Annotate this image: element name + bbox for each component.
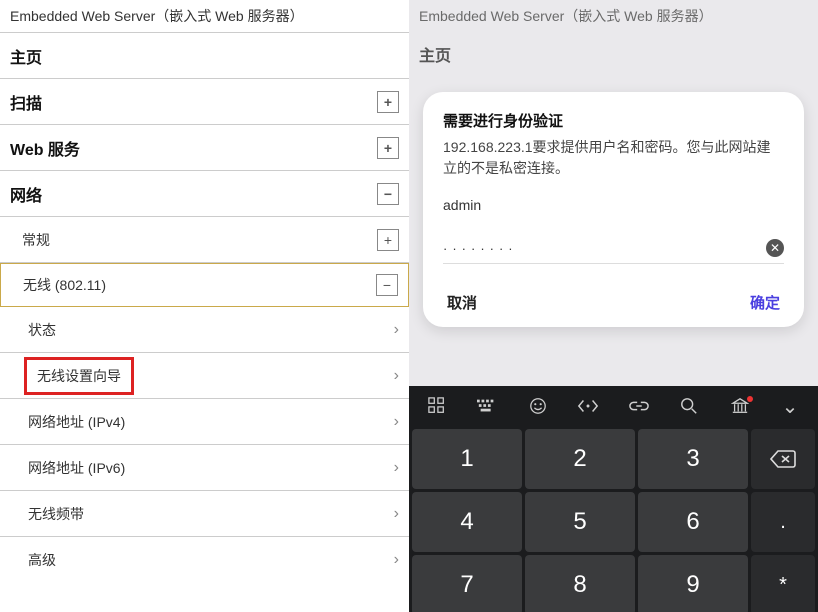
search-icon[interactable] xyxy=(673,397,705,415)
keyboard: ⌄ 1 2 3 4 5 6 . 7 8 9 * xyxy=(409,386,818,612)
nav-scan[interactable]: 扫描 + xyxy=(0,79,409,125)
nav-scan-label: 扫描 xyxy=(10,90,42,114)
chevron-right-icon: › xyxy=(394,413,399,431)
nav-network[interactable]: 网络 − xyxy=(0,171,409,217)
nav-wireless-label: 无线 (802.11) xyxy=(23,275,106,295)
dialog-message: 192.168.223.1要求提供用户名和密码。您与此网站建立的不是私密连接。 xyxy=(443,137,784,179)
link-icon[interactable] xyxy=(623,400,655,412)
key-3[interactable]: 3 xyxy=(638,429,748,489)
chevron-right-icon: › xyxy=(394,367,399,385)
key-1[interactable]: 1 xyxy=(412,429,522,489)
ok-button[interactable]: 确定 xyxy=(750,292,780,313)
password-row: ········ ✕ xyxy=(443,239,784,264)
bank-icon[interactable] xyxy=(724,397,756,415)
chevron-right-icon: › xyxy=(394,551,399,569)
nav-wireless-wizard-label: 无线设置向导 xyxy=(24,357,134,395)
password-field[interactable]: ········ xyxy=(443,241,518,256)
expand-icon[interactable]: + xyxy=(377,229,399,251)
chevron-right-icon: › xyxy=(394,459,399,477)
nav-webservices-label: Web 服务 xyxy=(10,136,80,160)
nav-webservices[interactable]: Web 服务 + xyxy=(0,125,409,171)
nav-ipv6-label: 网络地址 (IPv6) xyxy=(28,458,125,478)
notification-dot-icon xyxy=(747,396,753,402)
nav-network-label: 网络 xyxy=(10,182,42,206)
nav-ipv4[interactable]: 网络地址 (IPv4) › xyxy=(0,399,409,445)
keyboard-layout-icon[interactable] xyxy=(471,399,503,413)
collapse-keyboard-icon[interactable]: ⌄ xyxy=(774,394,806,419)
key-4[interactable]: 4 xyxy=(412,492,522,552)
key-star[interactable]: * xyxy=(751,555,815,612)
nav-ipv6[interactable]: 网络地址 (IPv6) › xyxy=(0,445,409,491)
nav-band-label: 无线频带 xyxy=(28,504,84,524)
keypad: 1 2 3 4 5 6 . 7 8 9 * xyxy=(409,426,818,612)
nav-band[interactable]: 无线频带 › xyxy=(0,491,409,537)
nav-wireless[interactable]: 无线 (802.11) − xyxy=(0,263,409,307)
cancel-button[interactable]: 取消 xyxy=(447,292,477,313)
key-9[interactable]: 9 xyxy=(638,555,748,612)
emoji-icon[interactable] xyxy=(522,397,554,415)
key-backspace[interactable] xyxy=(751,429,815,489)
nav-home-label: 主页 xyxy=(10,44,42,68)
expand-icon[interactable]: + xyxy=(377,137,399,159)
key-8[interactable]: 8 xyxy=(525,555,635,612)
page-title: Embedded Web Server（嵌入式 Web 服务器） xyxy=(0,0,409,33)
grid-icon[interactable] xyxy=(421,397,453,415)
key-7[interactable]: 7 xyxy=(412,555,522,612)
nav-home[interactable]: 主页 xyxy=(0,33,409,79)
nav-home[interactable]: 主页 xyxy=(409,32,818,76)
nav-advanced-label: 高级 xyxy=(28,550,56,570)
page-title: Embedded Web Server（嵌入式 Web 服务器） xyxy=(409,0,818,32)
chevron-right-icon: › xyxy=(394,321,399,339)
keyboard-toolbar: ⌄ xyxy=(409,386,818,426)
nav-status[interactable]: 状态 › xyxy=(0,307,409,353)
code-icon[interactable] xyxy=(572,398,604,414)
nav-wireless-wizard[interactable]: 无线设置向导 › xyxy=(0,353,409,399)
expand-icon[interactable]: + xyxy=(377,91,399,113)
chevron-right-icon: › xyxy=(394,505,399,523)
key-2[interactable]: 2 xyxy=(525,429,635,489)
nav-status-label: 状态 xyxy=(28,320,56,340)
right-pane: Embedded Web Server（嵌入式 Web 服务器） 主页 需要进行… xyxy=(409,0,818,612)
nav-home-label: 主页 xyxy=(419,42,451,66)
key-dot[interactable]: . xyxy=(751,492,815,552)
dialog-title: 需要进行身份验证 xyxy=(443,110,784,131)
key-5[interactable]: 5 xyxy=(525,492,635,552)
key-6[interactable]: 6 xyxy=(638,492,748,552)
username-field[interactable]: admin xyxy=(443,197,784,213)
nav-general[interactable]: 常规 + xyxy=(0,217,409,263)
clear-icon[interactable]: ✕ xyxy=(766,239,784,257)
collapse-icon[interactable]: − xyxy=(376,274,398,296)
collapse-icon[interactable]: − xyxy=(377,183,399,205)
nav-advanced[interactable]: 高级 › xyxy=(0,537,409,583)
left-pane: Embedded Web Server（嵌入式 Web 服务器） 主页 扫描 +… xyxy=(0,0,409,612)
auth-dialog: 需要进行身份验证 192.168.223.1要求提供用户名和密码。您与此网站建立… xyxy=(423,92,804,327)
nav-general-label: 常规 xyxy=(22,230,50,250)
nav-ipv4-label: 网络地址 (IPv4) xyxy=(28,412,125,432)
dialog-buttons: 取消 确定 xyxy=(443,292,784,313)
